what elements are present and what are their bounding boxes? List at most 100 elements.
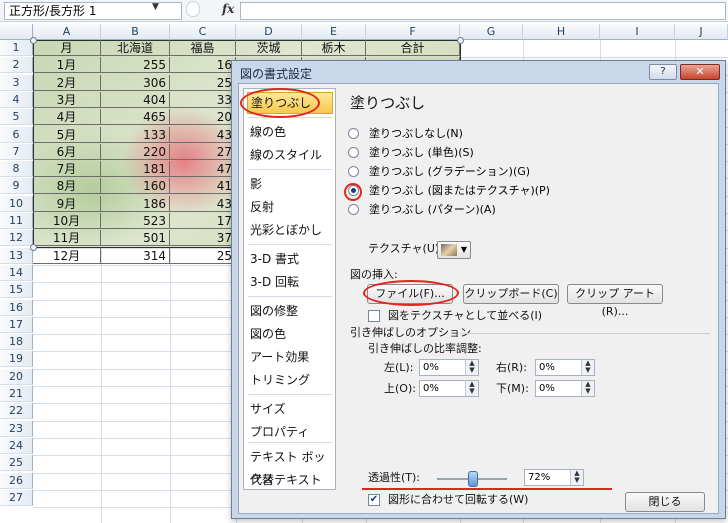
fukushima-cell[interactable]: 33 (170, 91, 236, 108)
radio-icon[interactable] (348, 146, 359, 158)
right-offset-input[interactable]: 0% ▲ ▼ (535, 359, 595, 376)
spin-arrows-icon[interactable]: ▲ ▼ (581, 381, 594, 396)
spin-arrows-icon[interactable]: ▲ ▼ (570, 470, 583, 485)
fukushima-cell[interactable]: 43 (170, 126, 236, 143)
row-header-18[interactable]: 18 (0, 334, 33, 351)
column-header-J[interactable]: J (675, 24, 728, 40)
radio-icon[interactable] (348, 203, 359, 215)
column-header-F[interactable]: F (366, 24, 460, 40)
month-cell[interactable]: 7月 (33, 161, 101, 178)
row-header-13[interactable]: 13 (0, 247, 33, 264)
month-cell[interactable]: 6月 (33, 143, 101, 160)
clipboard-button[interactable]: クリップボード(C) (463, 284, 559, 304)
row-header-17[interactable]: 17 (0, 316, 33, 333)
hokkaido-cell[interactable]: 255 (101, 57, 170, 74)
row-header-2[interactable]: 2 (0, 57, 33, 74)
hokkaido-cell[interactable]: 186 (101, 195, 170, 212)
row-header-23[interactable]: 23 (0, 420, 33, 437)
fukushima-cell[interactable]: 20 (170, 109, 236, 126)
fukushima-cell[interactable]: 47 (170, 161, 236, 178)
chevron-down-icon[interactable]: ▼ (152, 2, 159, 12)
nav-item-15[interactable]: 代替テキスト (247, 469, 333, 491)
fukushima-cell[interactable]: 16 (170, 57, 236, 74)
nav-item-1[interactable]: 線の色 (247, 121, 333, 143)
tile-checkbox[interactable] (368, 310, 380, 322)
month-cell[interactable]: 2月 (33, 74, 101, 91)
column-header-C[interactable]: C (170, 24, 236, 40)
top-offset-input[interactable]: 0% ▲ ▼ (419, 380, 479, 397)
fukushima-cell[interactable]: 37 (170, 230, 236, 247)
month-cell[interactable]: 10月 (33, 213, 101, 229)
month-cell[interactable]: 8月 (33, 178, 101, 195)
transparency-slider-thumb[interactable] (468, 471, 478, 487)
function-icon[interactable]: fx (222, 2, 234, 16)
column-header-H[interactable]: H (523, 24, 600, 40)
hokkaido-cell[interactable]: 306 (101, 74, 170, 91)
spin-arrows-icon[interactable]: ▲ ▼ (581, 360, 594, 375)
month-cell[interactable]: 11月 (33, 230, 101, 247)
row-header-27[interactable]: 27 (0, 489, 33, 506)
table-header-cell[interactable]: 福島 (170, 40, 236, 56)
nav-item-13[interactable]: プロパティ (247, 421, 333, 443)
hokkaido-cell[interactable]: 160 (101, 178, 170, 195)
column-header-B[interactable]: B (101, 24, 170, 40)
table-header-cell[interactable]: 合計 (366, 40, 460, 56)
row-header-7[interactable]: 7 (0, 143, 33, 160)
nav-item-12[interactable]: サイズ (247, 398, 333, 420)
table-header-cell[interactable]: 栃木 (302, 40, 366, 56)
row-header-5[interactable]: 5 (0, 109, 33, 126)
nav-item-6[interactable]: 3-D 書式 (247, 248, 333, 270)
table-header-cell[interactable]: 月 (33, 40, 101, 56)
row-header-16[interactable]: 16 (0, 299, 33, 316)
nav-item-4[interactable]: 反射 (247, 196, 333, 218)
clipart-button[interactable]: クリップ アート(R)... (567, 284, 663, 318)
left-offset-input[interactable]: 0% ▲ ▼ (419, 359, 479, 376)
close-x-button[interactable]: ✕ (680, 64, 720, 80)
month-cell[interactable]: 9月 (33, 195, 101, 212)
close-button[interactable]: 閉じる (625, 492, 705, 512)
nav-item-10[interactable]: アート効果 (247, 346, 333, 368)
column-header-D[interactable]: D (236, 24, 302, 40)
fukushima-cell[interactable]: 27 (170, 143, 236, 160)
nav-item-2[interactable]: 線のスタイル (247, 144, 333, 166)
hokkaido-cell[interactable]: 181 (101, 161, 170, 178)
radio-icon[interactable] (348, 127, 359, 139)
nav-item-11[interactable]: トリミング (247, 369, 333, 391)
row-header-22[interactable]: 22 (0, 403, 33, 420)
hokkaido-cell[interactable]: 133 (101, 126, 170, 143)
nav-item-9[interactable]: 図の色 (247, 323, 333, 345)
help-button[interactable]: ? (649, 64, 677, 80)
nav-item-7[interactable]: 3-D 回転 (247, 271, 333, 293)
radio-icon[interactable] (348, 165, 359, 177)
fill-option-2[interactable]: 塗りつぶし (グラデーション)(G) (348, 164, 530, 180)
row-header-21[interactable]: 21 (0, 386, 33, 402)
texture-picker[interactable]: ▼ (437, 241, 471, 259)
row-header-26[interactable]: 26 (0, 472, 33, 489)
column-header-I[interactable]: I (600, 24, 675, 40)
row-header-6[interactable]: 6 (0, 126, 33, 143)
row-header-15[interactable]: 15 (0, 282, 33, 299)
resize-handle[interactable] (457, 37, 464, 44)
row-header-4[interactable]: 4 (0, 91, 33, 108)
nav-item-3[interactable]: 影 (247, 173, 333, 195)
fukushima-cell[interactable]: 17 (170, 213, 236, 229)
fukushima-cell[interactable]: 43 (170, 195, 236, 212)
month-cell[interactable]: 1月 (33, 57, 101, 74)
row-header-20[interactable]: 20 (0, 368, 33, 385)
month-cell[interactable]: 12月 (33, 247, 101, 264)
month-cell[interactable]: 3月 (33, 91, 101, 108)
fill-option-4[interactable]: 塗りつぶし (パターン)(A) (348, 202, 496, 218)
formula-input[interactable] (240, 2, 726, 20)
row-header-24[interactable]: 24 (0, 437, 33, 454)
table-header-cell[interactable]: 茨城 (236, 40, 302, 56)
fill-option-0[interactable]: 塗りつぶしなし(N) (348, 126, 463, 142)
row-header-19[interactable]: 19 (0, 351, 33, 368)
nav-item-5[interactable]: 光彩とぼかし (247, 219, 333, 241)
spin-arrows-icon[interactable]: ▲ ▼ (465, 381, 478, 396)
month-cell[interactable]: 5月 (33, 126, 101, 143)
transparency-input[interactable]: 72% ▲ ▼ (524, 469, 584, 486)
fill-option-3[interactable]: 塗りつぶし (図またはテクスチャ)(P) (348, 183, 550, 199)
row-header-25[interactable]: 25 (0, 455, 33, 472)
row-header-12[interactable]: 12 (0, 230, 33, 247)
month-cell[interactable]: 4月 (33, 109, 101, 126)
